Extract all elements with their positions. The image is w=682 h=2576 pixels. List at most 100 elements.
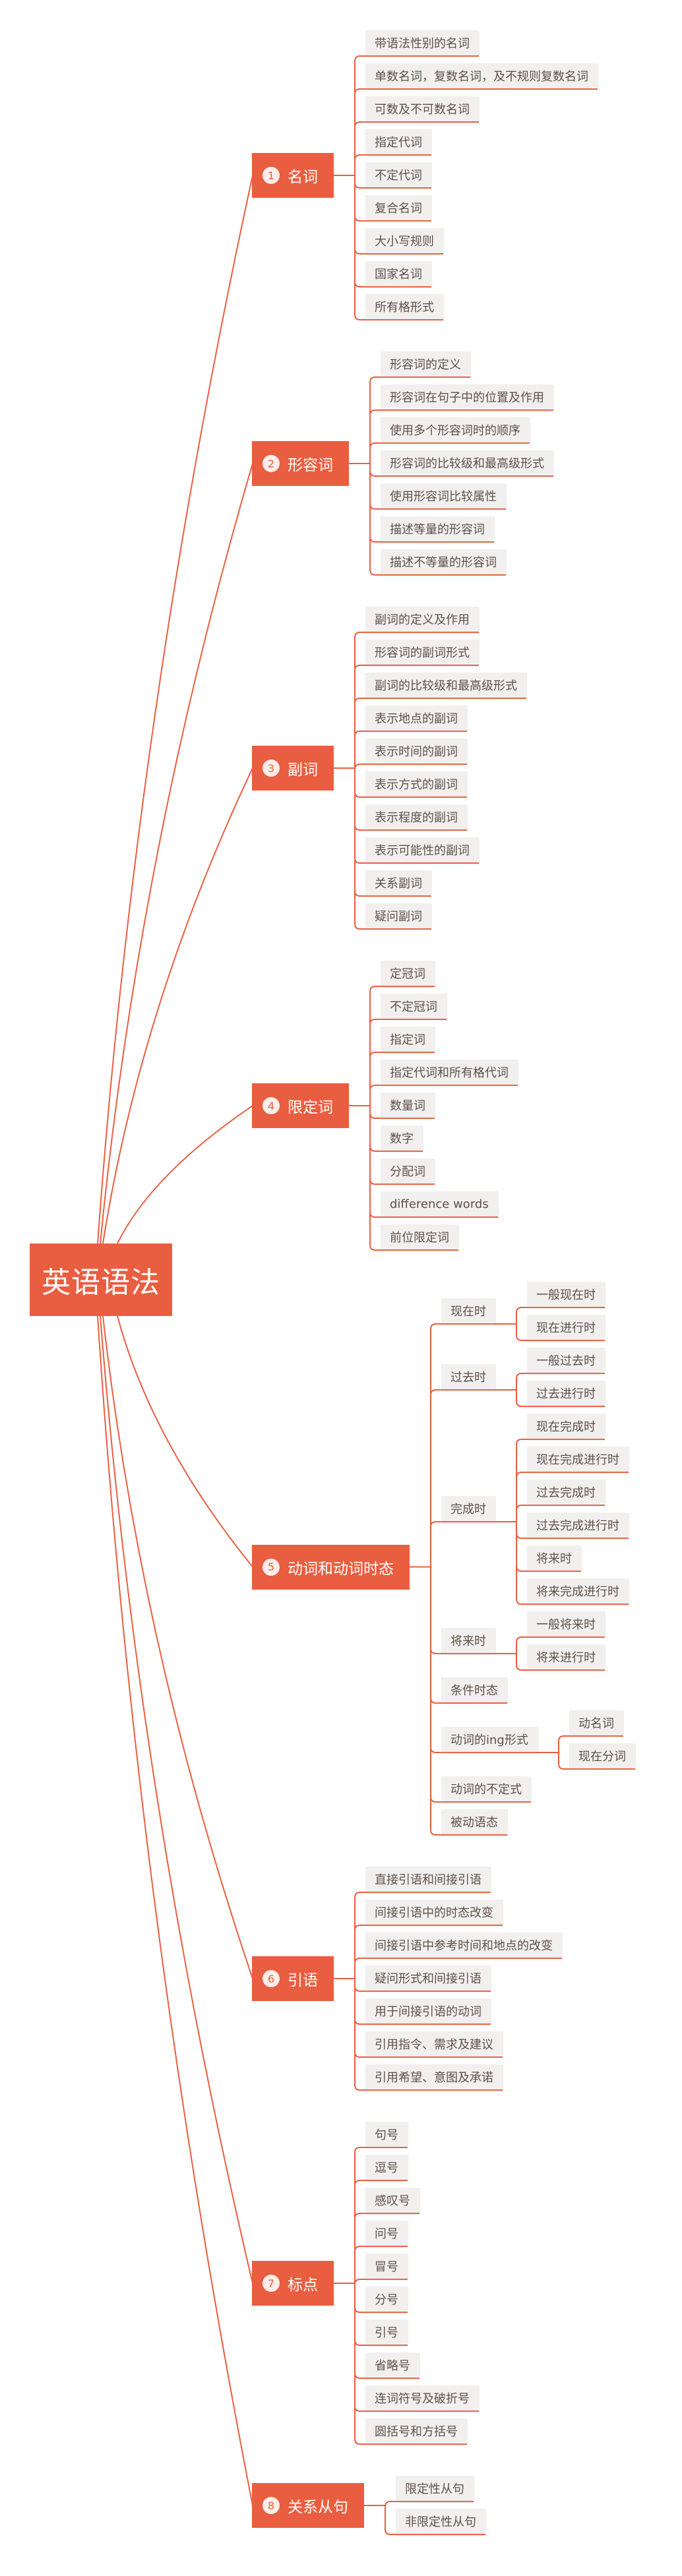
connector: [516, 1373, 527, 1379]
leaf-node[interactable]: 过去完成时: [527, 1480, 605, 1506]
leaf-node[interactable]: 现在完成进行时: [527, 1447, 629, 1473]
leaf-node[interactable]: 被动语态: [441, 1809, 507, 1836]
connector: [369, 1085, 381, 1091]
leaf-node[interactable]: 使用多个形容词时的顺序: [381, 417, 530, 444]
connector: [354, 2372, 365, 2379]
leaf-node[interactable]: 表示可能性的副词: [365, 837, 479, 864]
subtopic-node[interactable]: 动词的ing形式: [441, 1727, 538, 1753]
leaf-node[interactable]: 指定代词和所有格代词: [381, 1060, 518, 1086]
leaf-node[interactable]: 过去完成进行时: [527, 1513, 629, 1539]
connector: [430, 1521, 441, 1528]
leaf-node[interactable]: 现在完成时: [527, 1414, 605, 1440]
main-topic-7[interactable]: 7 标点: [252, 2261, 334, 2306]
leaf-node[interactable]: 大小写规则: [365, 228, 443, 255]
subtopic-node[interactable]: 过去时: [441, 1364, 495, 1391]
leaf-node[interactable]: 描述等量的形容词: [381, 516, 494, 543]
leaf-node[interactable]: 现在进行时: [527, 1315, 605, 1341]
leaf-node[interactable]: 表示程度的副词: [365, 804, 467, 831]
connector: [354, 2246, 365, 2252]
leaf-node[interactable]: 限定性从句: [396, 2476, 474, 2502]
leaf-node[interactable]: 引号: [365, 2320, 408, 2346]
leaf-node[interactable]: 使用形容词比较属性: [381, 483, 506, 510]
main-topic-2[interactable]: 2 形容词: [252, 441, 349, 486]
leaf-node[interactable]: 疑问形式和间接引语: [365, 1965, 491, 1992]
subtopic-node[interactable]: 现在时: [441, 1298, 495, 1325]
leaf-node[interactable]: 表示地点的副词: [365, 705, 467, 732]
connector: [354, 121, 365, 128]
leaf-node[interactable]: 圆括号和方括号: [365, 2418, 467, 2445]
connector: [354, 2180, 365, 2186]
leaf-node[interactable]: 带语法性别的名词: [365, 30, 479, 57]
leaf-node[interactable]: 冒号: [365, 2254, 408, 2280]
main-topic-3[interactable]: 3 副词: [252, 746, 334, 791]
leaf-node[interactable]: 直接引语和间接引语: [365, 1867, 491, 1893]
leaf-node[interactable]: 将来进行时: [527, 1644, 605, 1671]
main-topic-5[interactable]: 5 动词和动词时态: [252, 1544, 410, 1590]
leaf-node[interactable]: 不定代词: [365, 162, 431, 189]
leaf-node[interactable]: 副词的定义及作用: [365, 607, 479, 633]
leaf-node[interactable]: 可数及不可数名词: [365, 96, 479, 123]
leaf-node[interactable]: 引用希望、意图及承诺: [365, 2064, 503, 2091]
leaf-node[interactable]: 副词的比较级和最高级形式: [365, 673, 526, 699]
leaf-node[interactable]: 指定代词: [365, 129, 431, 156]
leaf-node[interactable]: 间接引语中参考时间和地点的改变: [365, 1932, 562, 1959]
leaf-node[interactable]: 省略号: [365, 2352, 419, 2379]
connector: [354, 824, 365, 831]
leaf-node[interactable]: 句号: [365, 2122, 408, 2148]
leaf-node[interactable]: 表示时间的副词: [365, 738, 467, 765]
connector: [354, 890, 365, 897]
leaf-node[interactable]: 动名词: [569, 1710, 623, 1737]
main-topic-6[interactable]: 6 引语: [252, 1956, 334, 2001]
leaf-node[interactable]: 逗号: [365, 2155, 408, 2181]
main-topic-8[interactable]: 8 关系从句: [252, 2483, 364, 2528]
leaf-node[interactable]: 所有格形式: [365, 294, 443, 320]
leaf-node[interactable]: 非限定性从句: [396, 2509, 485, 2535]
leaf-node[interactable]: 间接引语中的时态改变: [365, 1900, 503, 1926]
leaf-node[interactable]: 复合名词: [365, 195, 431, 222]
leaf-node[interactable]: 用于间接引语的动词: [365, 1998, 491, 2025]
subtopic-node[interactable]: 完成时: [441, 1496, 495, 1522]
subtopic-node[interactable]: 将来时: [441, 1628, 495, 1654]
leaf-node[interactable]: 描述不等量的形容词: [381, 549, 506, 576]
connector: [385, 2529, 396, 2535]
connector: [354, 154, 365, 161]
leaf-node[interactable]: 现在分词: [569, 1743, 635, 1770]
central-topic[interactable]: 英语语法: [30, 1243, 172, 1316]
leaf-node[interactable]: 关系副词: [365, 870, 431, 897]
leaf-node[interactable]: 动词的不定式: [441, 1776, 531, 1803]
leaf-node[interactable]: 分号: [365, 2287, 408, 2313]
leaf-node[interactable]: 数量词: [381, 1093, 435, 1119]
leaf-node[interactable]: 表示方式的副词: [365, 771, 467, 798]
leaf-node[interactable]: 指定词: [381, 1027, 435, 1053]
leaf-node[interactable]: 数字: [381, 1125, 423, 1152]
leaf-node[interactable]: 疑问副词: [365, 903, 431, 930]
connector: [354, 632, 365, 638]
leaf-node[interactable]: 前位限定词: [381, 1224, 458, 1251]
leaf-node[interactable]: 将来时: [527, 1545, 581, 1572]
leaf-node[interactable]: 国家名词: [365, 261, 431, 287]
main-topic-4[interactable]: 4 限定词: [252, 1083, 349, 1128]
topic-label: 副词: [288, 762, 318, 779]
leaf-node[interactable]: 分配词: [381, 1158, 435, 1185]
leaf-node[interactable]: 形容词的比较级和最高级形式: [381, 450, 553, 477]
leaf-node[interactable]: 形容词在句子中的位置及作用: [381, 384, 553, 411]
connector: [369, 1178, 381, 1185]
main-topic-1[interactable]: 1 名词: [252, 153, 334, 198]
connector: [430, 1648, 441, 1654]
leaf-node[interactable]: 连词符号及破折号: [365, 2385, 479, 2412]
leaf-node[interactable]: 形容词的定义: [381, 351, 470, 378]
leaf-node[interactable]: 过去进行时: [527, 1381, 605, 1407]
leaf-node[interactable]: 一般将来时: [527, 1611, 605, 1638]
leaf-node[interactable]: 一般过去时: [527, 1348, 605, 1374]
leaf-node[interactable]: 问号: [365, 2221, 408, 2247]
leaf-node[interactable]: 将来完成进行时: [527, 1578, 629, 1605]
leaf-node[interactable]: 条件时态: [441, 1677, 507, 1704]
leaf-node[interactable]: 一般现在时: [527, 1282, 605, 1308]
leaf-node[interactable]: 引用指令、需求及建议: [365, 2031, 503, 2058]
leaf-node[interactable]: 单数名词，复数名词，及不规则复数名词: [365, 63, 598, 90]
leaf-node[interactable]: 形容词的副词形式: [365, 640, 479, 666]
leaf-node[interactable]: 不定冠词: [381, 994, 447, 1020]
leaf-node[interactable]: 定冠词: [381, 961, 435, 987]
leaf-node[interactable]: difference words: [381, 1191, 498, 1218]
leaf-node[interactable]: 感叹号: [365, 2188, 419, 2214]
